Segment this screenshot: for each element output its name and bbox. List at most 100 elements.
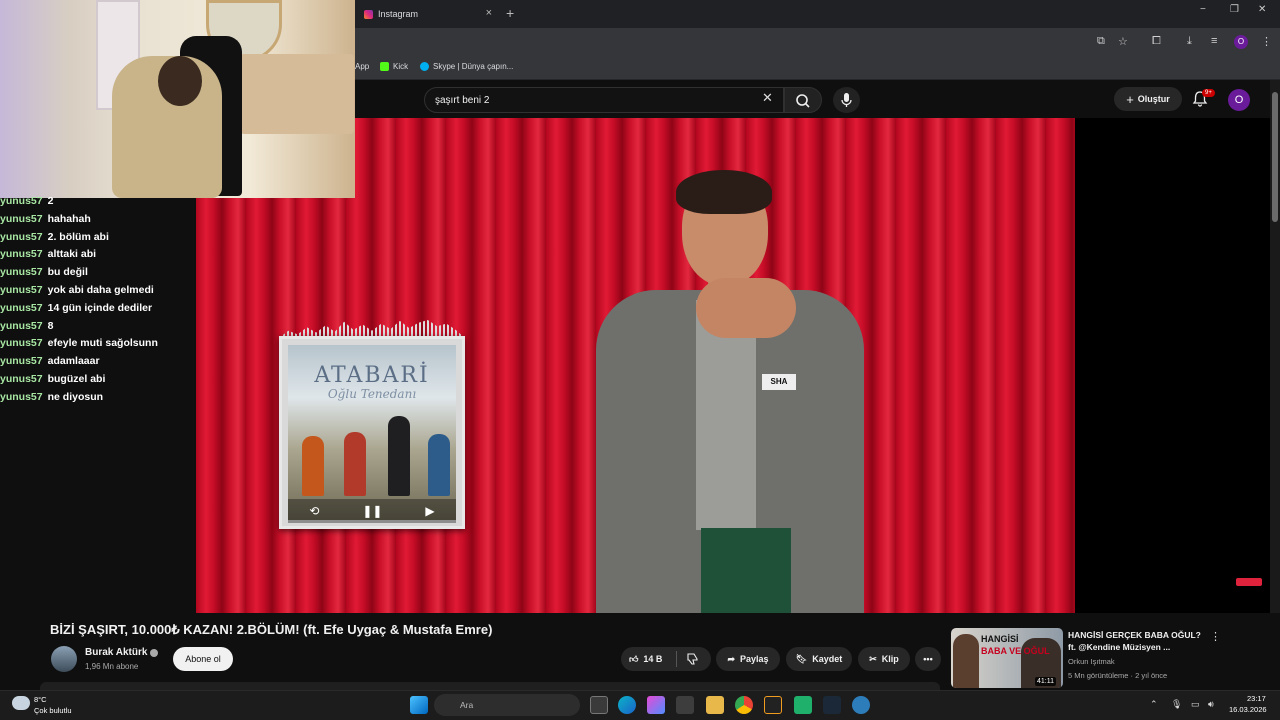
chat-username[interactable]: yunus57	[0, 337, 43, 349]
play-icon[interactable]: ▶	[425, 504, 434, 518]
chat-username[interactable]: yunus57	[0, 302, 43, 314]
video-person-pants	[701, 528, 791, 613]
edge-icon[interactable]	[618, 696, 636, 714]
taskbar-search[interactable]: Ara	[434, 694, 580, 716]
bookmark-label: App	[355, 62, 370, 71]
weather-description[interactable]: Çok bulutlu	[34, 706, 72, 715]
bookmark-kick[interactable]: Kick	[380, 62, 408, 71]
recommended-title[interactable]: HANGİSİ GERÇEK BABA OĞUL? ft. @Kendine M…	[1068, 629, 1208, 653]
tab-close-button[interactable]: ×	[486, 7, 492, 19]
thumbnail-figure	[953, 634, 979, 688]
chat-username[interactable]: yunus57	[0, 391, 43, 403]
browser-menu-icon[interactable]: ⋮	[1261, 35, 1272, 48]
scrollbar-thumb[interactable]	[1272, 92, 1278, 222]
chat-username[interactable]: yunus57	[0, 195, 43, 207]
install-app-icon[interactable]: ⧉	[1097, 35, 1105, 48]
media-control-icon[interactable]: ≡	[1211, 35, 1217, 47]
network-icon[interactable]: ▭	[1191, 699, 1200, 710]
screen: Instagram × + − ❐ ✕ ⧉ ☆ ⧠ ⤓ ≡ ⋮ O App Ki…	[0, 0, 1280, 720]
bookmark-skype[interactable]: Skype | Dünya çapın...	[420, 62, 513, 71]
description-box-edge	[40, 682, 940, 690]
chat-username[interactable]: yunus57	[0, 284, 43, 296]
chat-username[interactable]: yunus57	[0, 373, 43, 385]
chat-username[interactable]: yunus57	[0, 213, 43, 225]
share-button[interactable]: ➦ Paylaş	[716, 647, 780, 671]
save-button[interactable]: 🔖︎ Kaydet	[786, 647, 852, 671]
repeat-icon[interactable]: ⟲	[309, 504, 319, 518]
search-input[interactable]: şaşırt beni 2	[424, 87, 784, 113]
page-scrollbar[interactable]	[1270, 80, 1280, 613]
cloud-icon[interactable]	[12, 696, 30, 710]
search-button[interactable]	[784, 87, 822, 113]
store-icon[interactable]	[676, 696, 694, 714]
chat-message: yunus57 2. bölüm abi	[0, 231, 196, 249]
dislike-button[interactable]	[686, 652, 700, 671]
name-tag: SHA	[762, 374, 796, 390]
chat-message: yunus57 yok abi daha gelmedi	[0, 284, 196, 302]
maximize-button[interactable]: ❐	[1230, 4, 1239, 15]
volume-icon[interactable]: 🔊︎	[1208, 699, 1214, 710]
channel-avatar[interactable]	[51, 646, 77, 672]
video-title: BİZİ ŞAŞIRT, 10.000₺ KAZAN! 2.BÖLÜM! (ft…	[50, 622, 493, 637]
extensions-icon[interactable]: ⧠	[1152, 35, 1161, 48]
video-person-hands	[696, 278, 796, 338]
bookmark-label: Skype | Dünya çapın...	[433, 62, 514, 71]
tab-instagram[interactable]: Instagram ×	[352, 2, 498, 26]
new-tab-button[interactable]: +	[506, 5, 514, 21]
microphone-icon	[841, 93, 852, 107]
bookmark-icon: 🔖︎	[795, 653, 808, 664]
channel-name[interactable]: Burak Aktürk	[85, 647, 147, 658]
clock-date[interactable]: 16.03.2026	[1229, 705, 1267, 714]
globe-app-icon[interactable]	[852, 696, 870, 714]
chat-username[interactable]: yunus57	[0, 320, 43, 332]
file-explorer-icon[interactable]	[706, 696, 724, 714]
copilot-icon[interactable]	[647, 696, 665, 714]
chat-message: yunus57 8	[0, 320, 196, 338]
instagram-icon	[364, 9, 373, 19]
chat-username[interactable]: yunus57	[0, 266, 43, 278]
steam-icon[interactable]	[823, 696, 841, 714]
create-button[interactable]: + Oluştur	[1114, 87, 1182, 111]
clock-time[interactable]: 23:17	[1247, 694, 1266, 703]
bookmark-star-icon[interactable]: ☆	[1118, 35, 1128, 48]
chat-text: bugüzel abi	[47, 372, 106, 385]
like-divider	[676, 651, 677, 667]
kick-app-icon[interactable]	[794, 696, 812, 714]
chat-text: bu değil	[47, 266, 88, 279]
clip-button[interactable]: ✂ Klip	[858, 647, 910, 671]
youtube-avatar[interactable]: O	[1228, 89, 1250, 111]
chat-username[interactable]: yunus57	[0, 231, 43, 243]
chat-message: yunus57 ne diyosun	[0, 391, 196, 409]
close-window-button[interactable]: ✕	[1258, 4, 1266, 15]
obs-icon[interactable]	[764, 696, 782, 714]
recommended-more-icon[interactable]: ⋮	[1210, 630, 1221, 643]
album-figure	[302, 436, 324, 496]
microphone-tray-icon[interactable]: 🎙︎	[1171, 699, 1182, 710]
voice-search-button[interactable]	[833, 87, 860, 113]
bookmark-app[interactable]: App	[355, 62, 369, 71]
recommended-channel[interactable]: Orkun Işıtmak	[1068, 657, 1115, 666]
channel-subscribers: 1,96 Mn abone	[85, 662, 139, 671]
chat-text: hahahah	[47, 212, 91, 225]
clear-search-icon[interactable]: ✕	[762, 90, 773, 106]
more-actions-button[interactable]: •••	[915, 647, 941, 671]
tray-chevron-icon[interactable]: ⌃	[1150, 699, 1158, 710]
chat-username[interactable]: yunus57	[0, 355, 43, 367]
start-icon[interactable]	[410, 696, 428, 714]
save-label: Kaydet	[812, 654, 843, 664]
minimize-button[interactable]: −	[1200, 4, 1206, 15]
share-label: Paylaş	[740, 654, 769, 664]
chrome-icon[interactable]	[735, 696, 753, 714]
downloads-icon[interactable]: ⤓	[1187, 35, 1192, 48]
browser-profile-avatar[interactable]: O	[1234, 35, 1248, 49]
tab-title: Instagram	[378, 9, 419, 19]
chat-message: yunus57 14 gün içinde dediler	[0, 302, 196, 320]
chat-username[interactable]: yunus57	[0, 248, 43, 260]
chat-text: 14 gün içinde dediler	[47, 301, 153, 314]
task-view-icon[interactable]	[590, 696, 608, 714]
pause-icon[interactable]: ❚❚	[362, 504, 382, 518]
weather-temperature[interactable]: 8°C	[34, 695, 47, 704]
thumbs-down-icon	[687, 653, 698, 665]
subscribe-button[interactable]: Abone ol	[173, 647, 233, 671]
clip-label: Klip	[881, 654, 899, 664]
